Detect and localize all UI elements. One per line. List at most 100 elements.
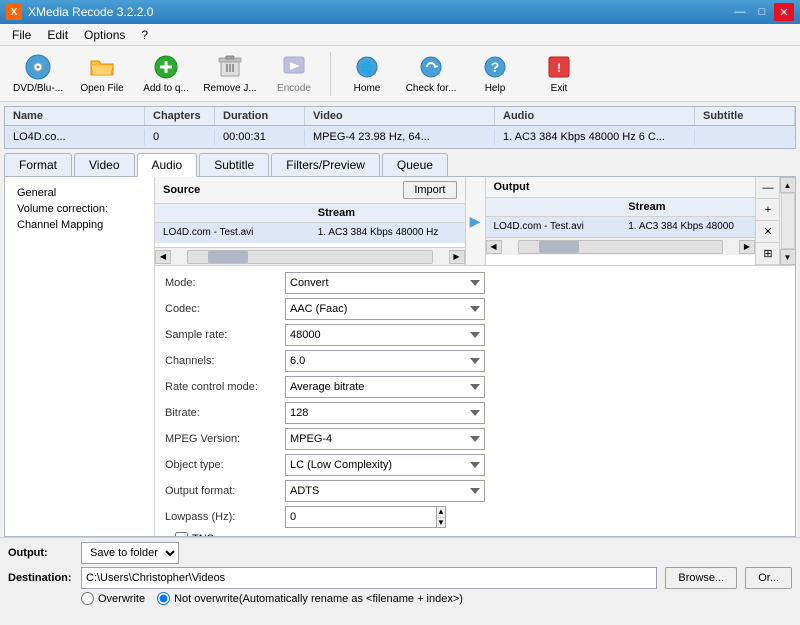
output-filename: LO4D.com - Test.avi [486,219,621,234]
tns-checkbox[interactable] [175,532,188,536]
side-btn-grid[interactable]: ⊞ [756,243,780,265]
tab-video[interactable]: Video [74,153,134,176]
toolbar-dvd-button[interactable]: DVD/Blu-... [8,50,68,98]
rate-control-select[interactable]: Average bitrate Constant bitrate Variabl… [285,376,485,398]
cell-duration: 00:00:31 [215,129,305,145]
overwrite-label[interactable]: Overwrite [81,592,145,605]
channels-select[interactable]: 6.0 5.1 2.0 [285,350,485,372]
toolbar-openfile-button[interactable]: Open File [72,50,132,98]
channels-label: Channels: [165,355,285,367]
mode-select[interactable]: Convert Copy No Audio [285,272,485,294]
destination-input[interactable] [81,567,657,589]
lowpass-down[interactable]: ▼ [437,518,445,528]
tab-filters-preview[interactable]: Filters/Preview [271,153,380,176]
toolbar-check-button[interactable]: Check for... [401,50,461,98]
left-panel-general[interactable]: General [13,185,146,201]
rate-control-label: Rate control mode: [165,381,285,393]
stream-source-row[interactable]: LO4D.com - Test.avi 1. AC3 384 Kbps 4800… [155,223,465,243]
home-label: Home [354,83,381,94]
output-stream-content: Output Stream LO4D.com - Test.avi 1. AC3… [486,177,756,265]
output-col-stream: Stream [620,200,755,214]
source-scroll-track[interactable] [187,250,433,264]
remove-label: Remove J... [203,83,256,94]
output-format-select[interactable]: ADTS RAW [285,480,485,502]
mode-label: Mode: [165,277,285,289]
side-btn-plus[interactable]: + [756,199,780,221]
save-to-folder-select[interactable]: Save to folder [81,542,179,564]
close-button[interactable]: ✕ [774,3,794,21]
menu-file[interactable]: File [4,26,39,44]
left-panel: General Volume correction: Channel Mappi… [5,177,155,536]
output-scroll-track[interactable] [518,240,724,254]
left-panel-volume[interactable]: Volume correction: [13,201,146,217]
source-scroll-left[interactable]: ◀ [155,250,171,264]
bitrate-select[interactable]: 128 192 256 [285,402,485,424]
scrollbar-track[interactable] [781,193,795,249]
lowpass-spinner-btns: ▲ ▼ [437,506,446,528]
output-scroll-right[interactable]: ▶ [739,240,755,254]
encode-label: Encode [277,83,311,94]
sample-rate-control: 48000 44100 32000 [285,324,485,346]
minimize-button[interactable]: — [730,3,750,21]
object-type-control: LC (Low Complexity) HE HEv2 [285,454,485,476]
output-label: Output [494,181,530,193]
import-button[interactable]: Import [403,181,456,199]
object-type-select[interactable]: LC (Low Complexity) HE HEv2 [285,454,485,476]
menu-options[interactable]: Options [76,26,133,44]
addqueue-label: Add to q... [143,83,189,94]
channels-row: Channels: 6.0 5.1 2.0 [165,350,785,372]
stream-source: Source Import Stream LO4D.com - Test.avi… [155,177,466,265]
scrollbar-up[interactable]: ▲ [780,177,796,193]
title-controls: — □ ✕ [730,3,794,21]
toolbar-remove-button[interactable]: Remove J... [200,50,260,98]
output-scrollbar: ◀ ▶ [486,237,756,255]
lowpass-up[interactable]: ▲ [437,507,445,518]
source-col-filename [155,206,310,220]
not-overwrite-radio[interactable] [157,592,170,605]
file-list-header: Name Chapters Duration Video Audio Subti… [5,107,795,126]
stream-output-row[interactable]: LO4D.com - Test.avi 1. AC3 384 Kbps 4800… [486,217,756,237]
codec-select[interactable]: AAC (Faac) MP3 AC3 [285,298,485,320]
or-button[interactable]: Or... [745,567,792,589]
tab-queue[interactable]: Queue [382,153,448,176]
tns-label[interactable]: TNS [192,533,214,537]
toolbar-encode-button[interactable]: Encode [264,50,324,98]
file-list-row[interactable]: LO4D.co... 0 00:00:31 MPEG-4 23.98 Hz, 6… [5,126,795,148]
toolbar-exit-button[interactable]: ! Exit [529,50,589,98]
refresh-icon [417,53,445,81]
left-panel-channel[interactable]: Channel Mapping [13,217,146,233]
lowpass-input[interactable] [285,506,437,528]
stream-arrow-nav[interactable]: ▶ [466,177,486,265]
toolbar-help-button[interactable]: ? Help [465,50,525,98]
maximize-button[interactable]: □ [752,3,772,21]
output-scroll-left[interactable]: ◀ [486,240,502,254]
destination-label: Destination: [8,572,73,584]
scrollbar-down[interactable]: ▼ [780,249,796,265]
mpeg-version-select[interactable]: MPEG-4 MPEG-2 [285,428,485,450]
browse-button[interactable]: Browse... [665,567,737,589]
not-overwrite-label[interactable]: Not overwrite(Automatically rename as <f… [157,592,463,605]
sample-rate-label: Sample rate: [165,329,285,341]
tab-format[interactable]: Format [4,153,72,176]
output-label: Output: [8,547,73,559]
menu-edit[interactable]: Edit [39,26,76,44]
lowpass-row: Lowpass (Hz): ▲ ▼ [165,506,785,528]
side-btn-x[interactable]: ✕ [756,221,780,243]
toolbar-home-button[interactable]: 🌐 Home [337,50,397,98]
output-side-buttons: — + ✕ ⊞ [755,177,779,265]
tns-row: TNS [165,532,785,536]
menu-bar: File Edit Options ? [0,24,800,46]
tab-subtitle[interactable]: Subtitle [199,153,269,176]
source-stream: 1. AC3 384 Kbps 48000 Hz [310,225,465,240]
stream-source-header: Source Import [155,177,465,204]
toolbar: DVD/Blu-... Open File Add to q... [0,46,800,102]
home-icon: 🌐 [353,53,381,81]
col-audio: Audio [495,107,695,125]
toolbar-addqueue-button[interactable]: Add to q... [136,50,196,98]
overwrite-radio[interactable] [81,592,94,605]
sample-rate-select[interactable]: 48000 44100 32000 [285,324,485,346]
side-btn-minus[interactable]: — [756,177,780,199]
source-scroll-right[interactable]: ▶ [449,250,465,264]
tab-audio[interactable]: Audio [137,153,198,177]
menu-help[interactable]: ? [133,26,156,44]
